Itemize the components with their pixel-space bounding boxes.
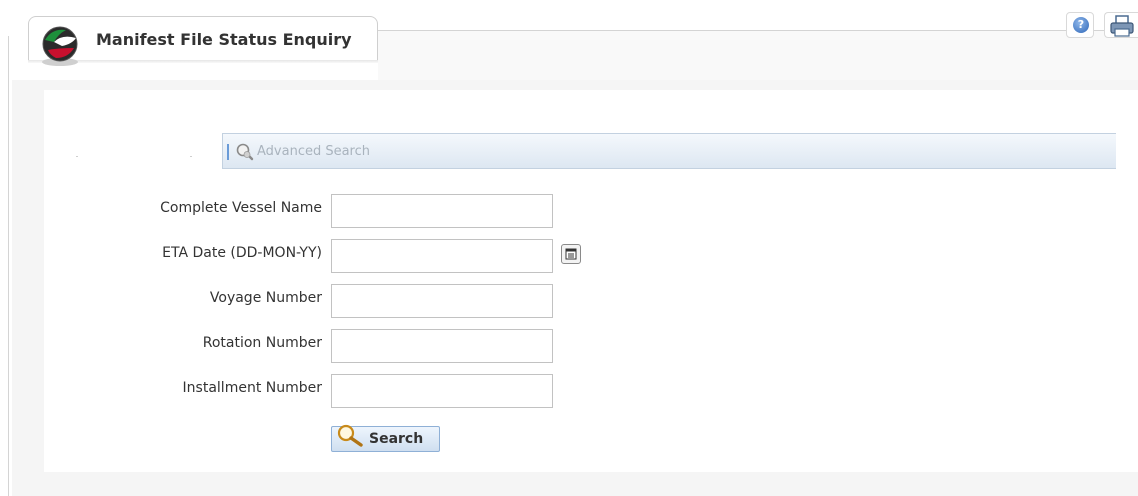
- frame-top-border: [378, 30, 1062, 31]
- rotation-number-input[interactable]: [331, 329, 553, 363]
- app-logo-icon: [38, 24, 82, 68]
- eta-date-input[interactable]: [331, 239, 553, 273]
- installment-number-label: Installment Number: [182, 380, 322, 396]
- vessel-name-input[interactable]: [331, 194, 553, 228]
- page-title: Manifest File Status Enquiry: [96, 30, 352, 49]
- print-icon: [1110, 15, 1134, 37]
- voyage-number-label: Voyage Number: [209, 290, 322, 306]
- divider-dot: [76, 156, 78, 157]
- search-icon: [337, 424, 363, 447]
- magnifier-icon: [236, 143, 254, 161]
- search-button-label: Search: [369, 431, 424, 447]
- help-button[interactable]: ?: [1066, 12, 1094, 38]
- voyage-number-input[interactable]: [331, 284, 553, 318]
- calendar-button[interactable]: [561, 244, 581, 264]
- installment-number-input[interactable]: [331, 374, 553, 408]
- calendar-icon: [565, 248, 577, 260]
- advanced-search-bar[interactable]: Advanced Search: [222, 133, 1116, 169]
- eta-date-label: ETA Date (DD-MON-YY): [162, 245, 322, 261]
- vessel-name-label: Complete Vessel Name: [160, 200, 322, 216]
- rotation-number-label: Rotation Number: [202, 335, 322, 351]
- help-icon: ?: [1073, 17, 1089, 33]
- search-bar-separator: [227, 144, 229, 160]
- search-button[interactable]: Search: [331, 424, 440, 452]
- advanced-search-link[interactable]: Advanced Search: [257, 144, 370, 159]
- frame-left-border: [8, 36, 9, 496]
- divider-dot: [190, 156, 192, 157]
- print-button[interactable]: [1104, 12, 1138, 38]
- header-strip: [378, 30, 1138, 80]
